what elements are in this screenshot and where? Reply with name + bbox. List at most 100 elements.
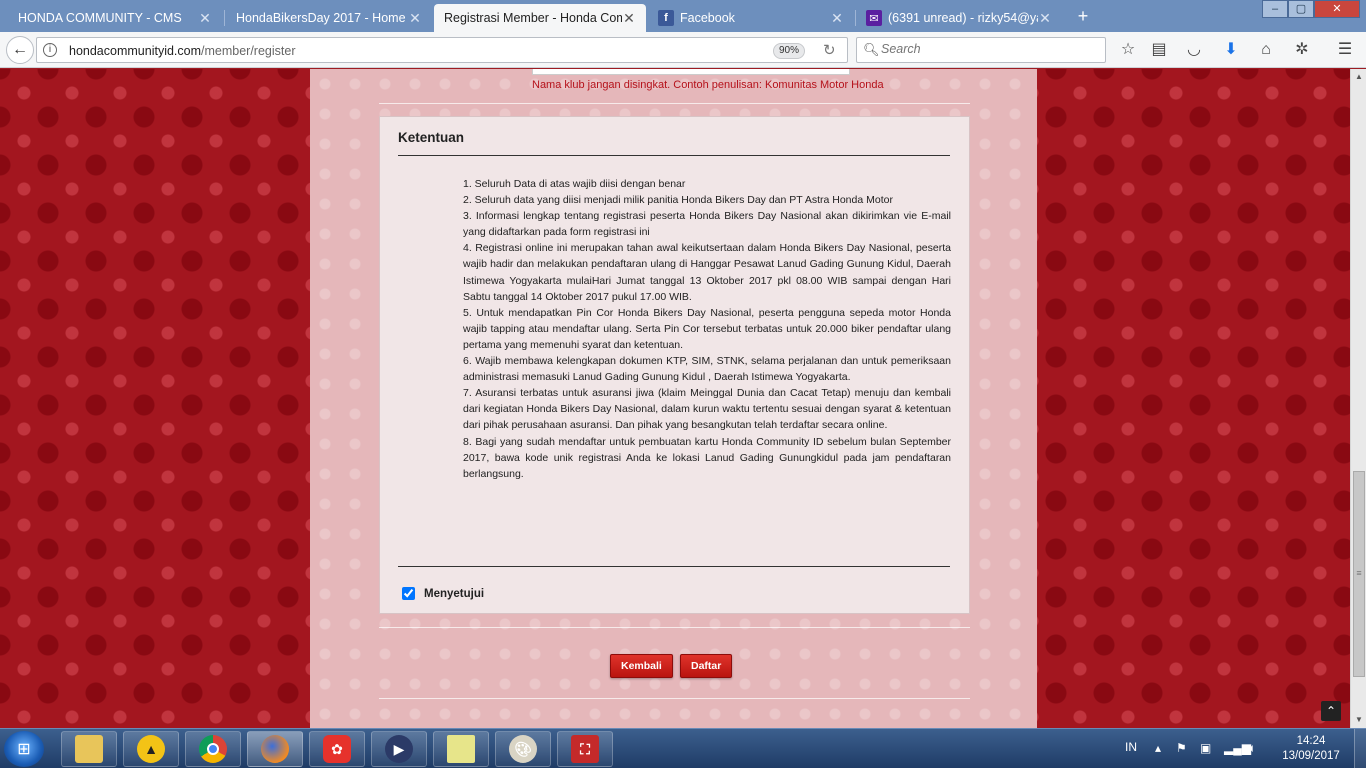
pocket-icon[interactable]: ◡ bbox=[1183, 39, 1205, 61]
taskbar-paw-app[interactable]: ✿ bbox=[309, 731, 365, 767]
triangle-app-icon: ▲ bbox=[137, 735, 165, 763]
action-center-icon[interactable]: ⚑ bbox=[1176, 741, 1187, 755]
scroll-up-icon[interactable]: ▲ bbox=[1351, 69, 1366, 85]
tab-label: Registrasi Member - Honda Com bbox=[444, 11, 622, 25]
tray-expand-icon[interactable]: ▴ bbox=[1155, 741, 1161, 755]
term-item: 6. Wajib membawa kelengkapan dokumen KTP… bbox=[463, 355, 951, 384]
page-body: Nama klub jangan disingkat. Contoh penul… bbox=[310, 69, 1037, 728]
taskbar-media-player[interactable]: ▶ bbox=[371, 731, 427, 767]
taskbar-paint[interactable]: 🎨︎ bbox=[495, 731, 551, 767]
club-name-hint: Nama klub jangan disingkat. Contoh penul… bbox=[532, 79, 884, 91]
term-item: 4. Registrasi online ini merupakan tahan… bbox=[463, 242, 951, 303]
url-host: hondacommunityid.com bbox=[69, 44, 202, 58]
paw-icon: ✿ bbox=[323, 735, 351, 763]
divider bbox=[379, 627, 970, 628]
bookmark-star-icon[interactable]: ☆ bbox=[1117, 39, 1139, 61]
clock-time: 14:24 bbox=[1296, 735, 1326, 747]
vertical-scrollbar[interactable]: ▲ ≡ ▼ bbox=[1350, 69, 1366, 728]
signal-icon[interactable]: ▂▄▆ bbox=[1224, 741, 1251, 755]
agree-checkbox[interactable] bbox=[402, 587, 415, 600]
volume-icon[interactable]: 🔈︎ bbox=[1249, 741, 1256, 756]
tab-label: HondaBikersDay 2017 - Home bbox=[236, 11, 406, 25]
search-input[interactable] bbox=[881, 42, 1091, 56]
home-icon[interactable]: ⌂ bbox=[1255, 39, 1277, 61]
url-path: /member/register bbox=[201, 44, 296, 58]
show-desktop-button[interactable] bbox=[1354, 729, 1366, 768]
divider bbox=[379, 698, 970, 699]
back-form-button[interactable]: Kembali bbox=[610, 654, 673, 678]
divider bbox=[379, 103, 970, 104]
tab-yahoo-mail[interactable]: ✉ (6391 unread) - rizky54@yah ✕ bbox=[856, 4, 1062, 32]
back-to-top-icon[interactable]: ⌃ bbox=[1321, 701, 1341, 721]
terms-panel: Ketentuan 1. Seluruh Data di atas wajib … bbox=[379, 116, 970, 614]
window-controls: – ▢ ✕ bbox=[1262, 0, 1360, 18]
divider bbox=[398, 566, 950, 567]
folder-icon bbox=[75, 735, 103, 763]
term-item: 8. Bagi yang sudah mendaftar untuk pembu… bbox=[463, 435, 951, 480]
back-button[interactable]: ← bbox=[6, 36, 34, 64]
register-button[interactable]: Daftar bbox=[680, 654, 733, 678]
taskbar: ⊞ ▲ ✿ ▶ 🎨︎ ⛶ IN ▴ ⚑ ▣ ▂▄▆ 🔈︎ 14:24 13/09… bbox=[0, 728, 1366, 768]
window-close-icon[interactable]: ✕ bbox=[1314, 0, 1360, 18]
tab-label: HONDA COMMUNITY - CMS bbox=[18, 11, 182, 25]
image-editor-icon: ⛶ bbox=[571, 735, 599, 763]
divider bbox=[398, 155, 950, 156]
taskbar-image-app[interactable]: ⛶ bbox=[557, 731, 613, 767]
scroll-down-icon[interactable]: ▼ bbox=[1351, 712, 1366, 728]
tab-separator bbox=[224, 10, 225, 26]
maximize-icon[interactable]: ▢ bbox=[1288, 0, 1314, 18]
close-icon[interactable]: ✕ bbox=[408, 10, 422, 27]
navigation-toolbar: ← i hondacommunityid.com/member/register… bbox=[0, 32, 1366, 68]
tab-facebook[interactable]: f Facebook ✕ bbox=[648, 4, 854, 32]
taskbar-explorer[interactable] bbox=[61, 731, 117, 767]
close-icon[interactable]: ✕ bbox=[622, 10, 636, 27]
term-item: 3. Informasi lengkap tentang registrasi … bbox=[463, 210, 951, 239]
grip-icon: ≡ bbox=[1356, 568, 1362, 578]
search-icon: 🔍︎ bbox=[863, 42, 880, 57]
taskbar-chrome[interactable] bbox=[185, 731, 241, 767]
media-player-icon: ▶ bbox=[385, 735, 413, 763]
tab-label: (6391 unread) - rizky54@yah bbox=[888, 11, 1038, 25]
tab-registrasi-member[interactable]: Registrasi Member - Honda Com ✕ bbox=[434, 4, 646, 32]
site-info-icon[interactable]: i bbox=[43, 43, 57, 57]
firefox-icon bbox=[261, 735, 289, 763]
mail-icon: ✉ bbox=[866, 10, 882, 26]
language-indicator[interactable]: IN bbox=[1125, 740, 1137, 754]
taskbar-firefox[interactable] bbox=[247, 731, 303, 767]
download-icon[interactable]: ⬇ bbox=[1220, 39, 1242, 61]
term-item: 5. Untuk mendapatkan Pin Cor Honda Biker… bbox=[463, 306, 951, 351]
address-bar[interactable]: i hondacommunityid.com/member/register 9… bbox=[36, 37, 848, 63]
club-name-input[interactable] bbox=[532, 69, 850, 75]
taskbar-sticky-notes[interactable] bbox=[433, 731, 489, 767]
addon-icon[interactable]: ✲ bbox=[1291, 39, 1313, 61]
terms-list: 1. Seluruh Data di atas wajib diisi deng… bbox=[463, 176, 951, 482]
windows-logo-icon: ⊞ bbox=[17, 741, 31, 758]
tab-hondabikersday[interactable]: HondaBikersDay 2017 - Home ✕ bbox=[226, 4, 432, 32]
clock[interactable]: 14:24 13/09/2017 bbox=[1278, 734, 1344, 764]
close-icon[interactable]: ✕ bbox=[830, 10, 844, 27]
agree-row[interactable]: Menyetujui bbox=[402, 587, 484, 600]
page-viewport: Nama klub jangan disingkat. Contoh penul… bbox=[0, 69, 1350, 728]
notes-icon bbox=[447, 735, 475, 763]
minimize-icon[interactable]: – bbox=[1262, 0, 1288, 18]
term-item: 7. Asuransi terbatas untuk asuransi jiwa… bbox=[463, 387, 951, 432]
search-bar[interactable]: 🔍︎ bbox=[856, 37, 1106, 63]
paint-icon: 🎨︎ bbox=[509, 735, 537, 763]
device-icon[interactable]: ▣ bbox=[1200, 741, 1211, 755]
facebook-icon: f bbox=[658, 10, 674, 26]
start-button[interactable]: ⊞ bbox=[4, 731, 44, 767]
taskbar-app-triangle[interactable]: ▲ bbox=[123, 731, 179, 767]
zoom-indicator[interactable]: 90% bbox=[773, 43, 805, 59]
scroll-thumb[interactable]: ≡ bbox=[1353, 471, 1365, 677]
close-icon[interactable]: ✕ bbox=[1038, 10, 1052, 27]
tab-strip: HONDA COMMUNITY - CMS ✕ HondaBikersDay 2… bbox=[0, 0, 1366, 32]
term-item: 1. Seluruh Data di atas wajib diisi deng… bbox=[463, 178, 686, 190]
agree-label: Menyetujui bbox=[424, 587, 485, 600]
tab-honda-cms[interactable]: HONDA COMMUNITY - CMS ✕ bbox=[8, 4, 222, 32]
url-text: hondacommunityid.com/member/register bbox=[69, 44, 296, 58]
bookmarks-list-icon[interactable]: ▤ bbox=[1148, 39, 1170, 61]
menu-icon[interactable]: ☰ bbox=[1334, 39, 1356, 61]
reload-icon[interactable]: ↻ bbox=[823, 41, 836, 59]
close-icon[interactable]: ✕ bbox=[198, 10, 212, 27]
new-tab-button[interactable]: + bbox=[1071, 6, 1095, 28]
